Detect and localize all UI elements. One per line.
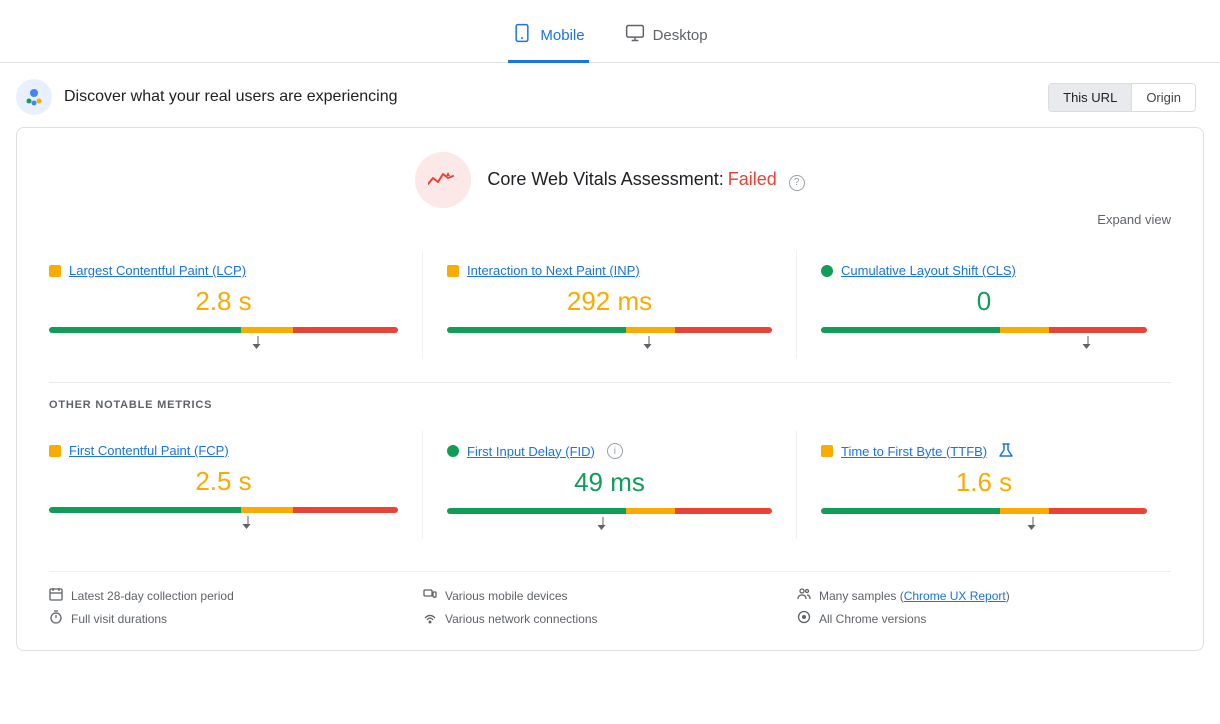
lcp-marker (49, 336, 398, 346)
ttfb-label-row: Time to First Byte (TTFB) (821, 443, 1147, 459)
devices-icon (423, 587, 437, 604)
inp-label[interactable]: Interaction to Next Paint (INP) (467, 263, 640, 278)
fid-marker (447, 517, 772, 527)
inp-marker (447, 336, 772, 346)
metric-lcp: Largest Contentful Paint (LCP) 2.8 s (49, 251, 423, 358)
tab-desktop[interactable]: Desktop (621, 13, 712, 63)
ttfb-bar (821, 508, 1147, 514)
cls-marker (821, 336, 1147, 346)
footer-col2: Various mobile devices Various network c… (423, 584, 797, 630)
lcp-label[interactable]: Largest Contentful Paint (LCP) (69, 263, 246, 278)
footer-network: Various network connections (423, 607, 797, 630)
fid-label-row: First Input Delay (FID) i (447, 443, 772, 459)
footer-mobile-devices: Various mobile devices (423, 584, 797, 607)
calendar-icon (49, 587, 63, 604)
tab-bar: Mobile Desktop (0, 0, 1220, 63)
inp-value: 292 ms (447, 286, 772, 317)
footer-chrome-text: All Chrome versions (819, 612, 926, 626)
fid-label[interactable]: First Input Delay (FID) (467, 444, 595, 459)
tab-desktop-label: Desktop (653, 27, 708, 44)
other-metrics-grid: First Contentful Paint (FCP) 2.5 s First… (49, 423, 1171, 555)
timer-icon (49, 610, 63, 627)
metric-cls: Cumulative Layout Shift (CLS) 0 (797, 251, 1171, 358)
this-url-button[interactable]: This URL (1049, 84, 1132, 111)
cls-label-row: Cumulative Layout Shift (CLS) (821, 263, 1147, 278)
inp-bar (447, 327, 772, 333)
section-divider (49, 382, 1171, 383)
inp-dot (447, 265, 459, 277)
users-icon (797, 587, 811, 604)
footer-visit-durations: Full visit durations (49, 607, 423, 630)
footer-col1: Latest 28-day collection period Full vis… (49, 584, 423, 630)
lcp-value: 2.8 s (49, 286, 398, 317)
origin-button[interactable]: Origin (1132, 84, 1195, 111)
avatar (16, 79, 52, 115)
lcp-dot (49, 265, 61, 277)
footer: Latest 28-day collection period Full vis… (49, 571, 1171, 630)
assessment-icon (415, 152, 471, 208)
fcp-marker (49, 516, 398, 526)
lcp-label-row: Largest Contentful Paint (LCP) (49, 263, 398, 278)
metric-fid: First Input Delay (FID) i 49 ms (423, 431, 797, 539)
metric-fcp: First Contentful Paint (FCP) 2.5 s (49, 431, 423, 539)
cls-label[interactable]: Cumulative Layout Shift (CLS) (841, 263, 1016, 278)
fcp-value: 2.5 s (49, 466, 398, 497)
fcp-dot (49, 445, 61, 457)
beaker-icon (999, 443, 1013, 459)
cls-value: 0 (821, 286, 1147, 317)
footer-samples: Many samples (Chrome UX Report) (797, 584, 1171, 607)
lcp-bar (49, 327, 398, 333)
section-header: Discover what your real users are experi… (0, 63, 1220, 127)
ttfb-dot (821, 445, 833, 457)
assessment-header: Core Web Vitals Assessment: Failed ? (49, 152, 1171, 208)
fid-value: 49 ms (447, 467, 772, 498)
fid-bar (447, 508, 772, 514)
metric-ttfb: Time to First Byte (TTFB) 1.6 s (797, 431, 1171, 539)
fid-dot (447, 445, 459, 457)
mobile-icon (512, 23, 532, 48)
footer-network-text: Various network connections (445, 612, 598, 626)
chrome-icon (797, 610, 811, 627)
network-icon (423, 610, 437, 627)
tab-mobile-label: Mobile (540, 27, 584, 44)
footer-visit-text: Full visit durations (71, 612, 167, 626)
expand-view[interactable]: Expand view (49, 212, 1171, 227)
url-toggle: This URL Origin (1048, 83, 1196, 112)
assessment-info-icon[interactable]: ? (789, 175, 805, 191)
cls-dot (821, 265, 833, 277)
ttfb-label[interactable]: Time to First Byte (TTFB) (841, 444, 987, 459)
footer-collection-period: Latest 28-day collection period (49, 584, 423, 607)
tab-mobile[interactable]: Mobile (508, 13, 588, 63)
assessment-status: Failed (728, 169, 777, 189)
ttfb-marker (821, 517, 1147, 527)
footer-collection-text: Latest 28-day collection period (71, 589, 234, 603)
footer-mobile-text: Various mobile devices (445, 589, 568, 603)
main-card: Core Web Vitals Assessment: Failed ? Exp… (16, 127, 1204, 651)
inp-label-row: Interaction to Next Paint (INP) (447, 263, 772, 278)
header-left: Discover what your real users are experi… (16, 79, 397, 115)
metric-inp: Interaction to Next Paint (INP) 292 ms (423, 251, 797, 358)
fid-info-icon[interactable]: i (607, 443, 623, 459)
assessment-title: Core Web Vitals Assessment: Failed ? (487, 169, 804, 191)
other-metrics-label: OTHER NOTABLE METRICS (49, 399, 1171, 411)
footer-chrome-versions: All Chrome versions (797, 607, 1171, 630)
footer-samples-text: Many samples (Chrome UX Report) (819, 589, 1010, 603)
cls-bar (821, 327, 1147, 333)
footer-col3: Many samples (Chrome UX Report) All Chro… (797, 584, 1171, 630)
fcp-label[interactable]: First Contentful Paint (FCP) (69, 443, 229, 458)
fcp-label-row: First Contentful Paint (FCP) (49, 443, 398, 458)
ttfb-value: 1.6 s (821, 467, 1147, 498)
core-metrics-grid: Largest Contentful Paint (LCP) 2.8 s Int… (49, 243, 1171, 374)
chrome-ux-report-link[interactable]: Chrome UX Report (904, 589, 1006, 603)
fcp-bar (49, 507, 398, 513)
header-title: Discover what your real users are experi… (64, 88, 397, 106)
desktop-icon (625, 23, 645, 48)
